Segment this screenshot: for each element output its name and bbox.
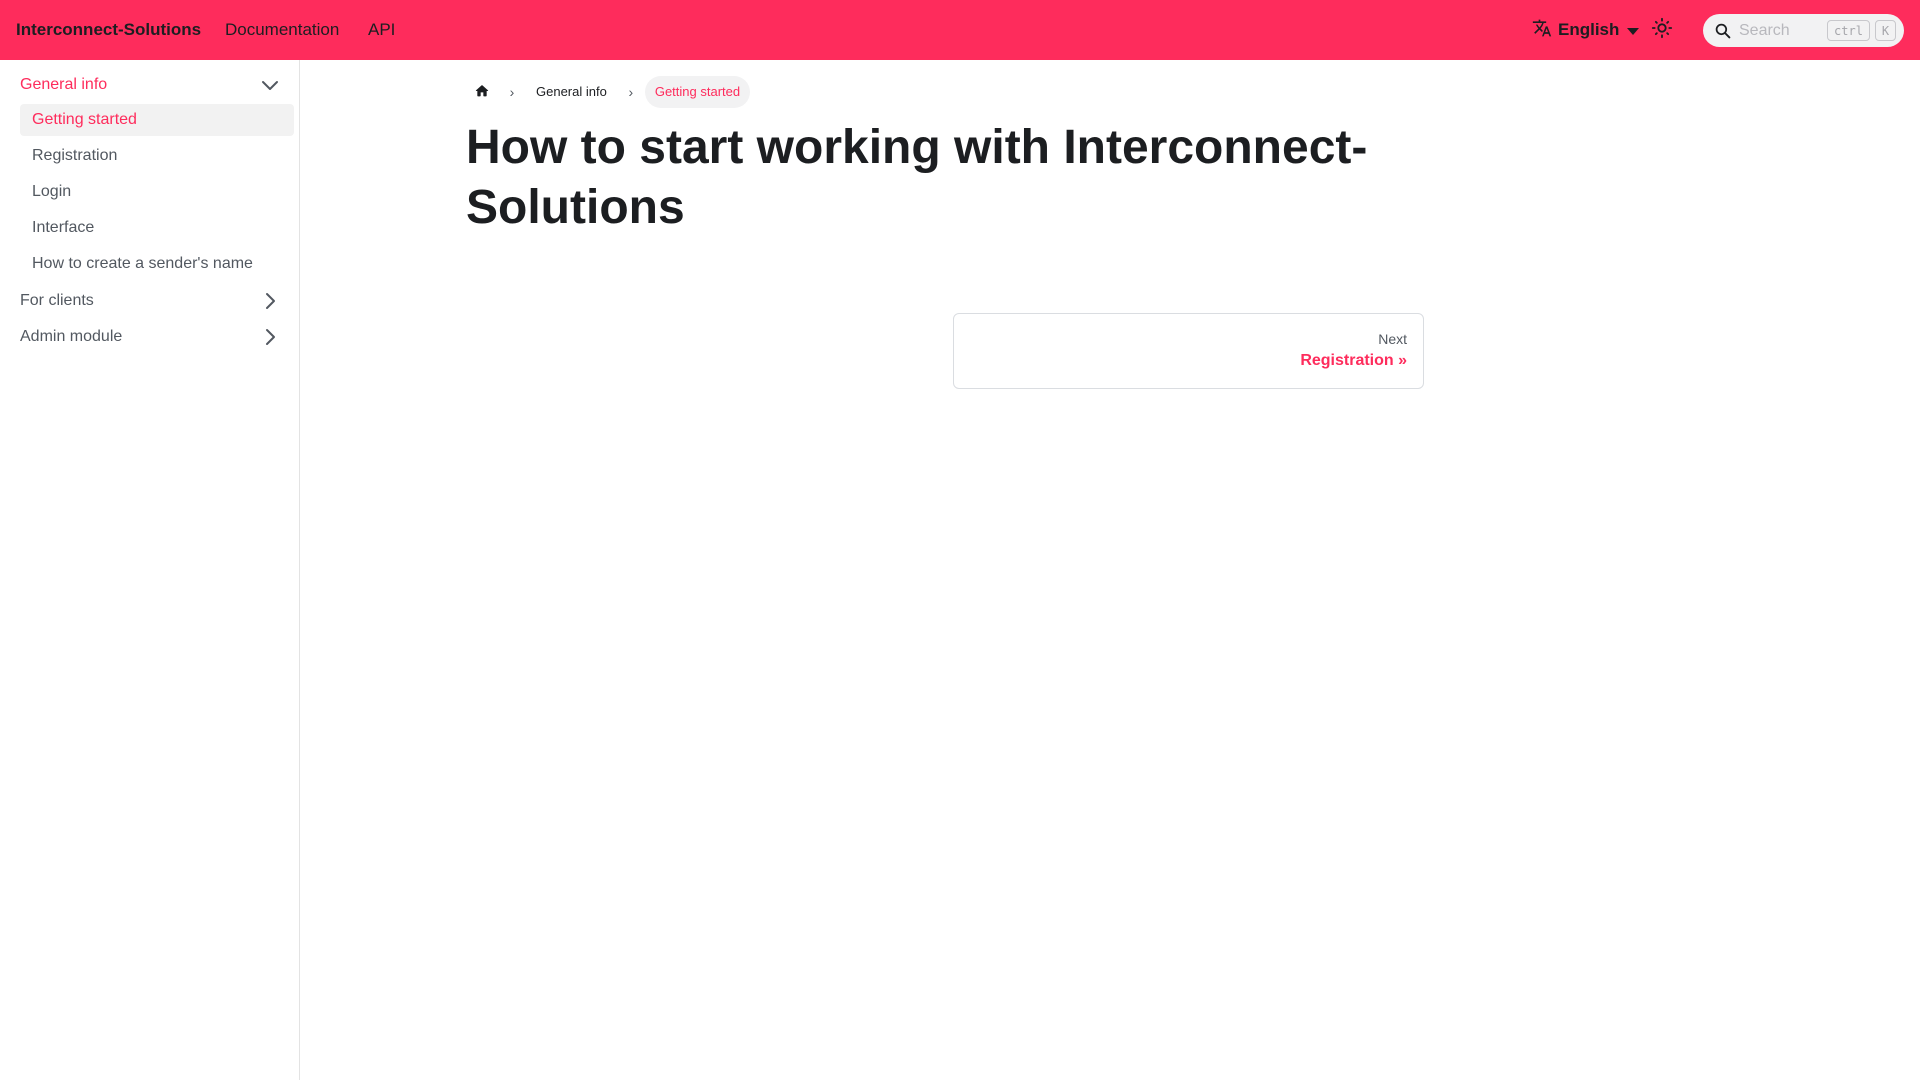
sun-icon — [1651, 17, 1673, 44]
chevron-down-icon[interactable] — [260, 75, 280, 95]
sidebar-item-getting-started[interactable]: Getting started — [20, 104, 294, 136]
theme-toggle-button[interactable] — [1648, 16, 1676, 44]
page-title: How to start working with Interconnect-S… — [466, 121, 1368, 234]
sidebar-item-login[interactable]: Login — [20, 176, 294, 208]
translate-icon — [1532, 18, 1552, 43]
sidebar-item-create-sender-name[interactable]: How to create a sender's name — [20, 248, 294, 280]
pager-label: Registration » — [1300, 352, 1407, 369]
shortcut-key-k: K — [1875, 20, 1896, 41]
breadcrumb-separator-icon: › — [509, 84, 515, 100]
sidebar-category-general-info[interactable]: General info — [20, 70, 290, 100]
sidebar-category-admin-module[interactable]: Admin module — [20, 322, 290, 352]
sidebar-category-label: Admin module — [20, 328, 123, 345]
sidebar-item-registration[interactable]: Registration — [20, 140, 294, 172]
shortcut-key-ctrl: ctrl — [1827, 20, 1870, 41]
sidebar-category-for-clients[interactable]: For clients — [20, 286, 290, 316]
language-dropdown[interactable]: English — [1532, 0, 1640, 60]
caret-down-icon — [1627, 28, 1640, 35]
sidebar-item-interface[interactable]: Interface — [20, 212, 294, 244]
breadcrumb-current: Getting started — [644, 76, 751, 108]
breadcrumb-general-info[interactable]: General info — [526, 76, 617, 108]
search-input[interactable] — [1739, 14, 1829, 47]
top-navbar: Interconnect-Solutions Documentation API… — [0, 0, 1920, 60]
sidebar: General info Getting started Registratio… — [0, 60, 300, 1080]
language-label: English — [1558, 20, 1620, 39]
breadcrumb-separator-icon: › — [628, 84, 634, 100]
chevron-right-icon[interactable] — [260, 327, 280, 347]
sidebar-category-label: General info — [20, 76, 108, 93]
search-box[interactable]: ctrl K — [1703, 14, 1904, 47]
next-page-link[interactable]: Next Registration » — [953, 313, 1424, 389]
breadcrumb: › General info › Getting started — [466, 76, 751, 108]
chevron-right-icon[interactable] — [260, 291, 280, 311]
nav-link-documentation[interactable]: Documentation — [225, 0, 339, 60]
pager-sublabel: Next — [1378, 331, 1407, 347]
sidebar-category-label: For clients — [20, 292, 94, 309]
breadcrumb-home-link[interactable] — [466, 76, 498, 108]
search-icon — [1715, 23, 1731, 39]
brand-link[interactable]: Interconnect-Solutions — [16, 0, 201, 60]
nav-link-api[interactable]: API — [368, 0, 395, 60]
home-icon — [474, 83, 490, 102]
